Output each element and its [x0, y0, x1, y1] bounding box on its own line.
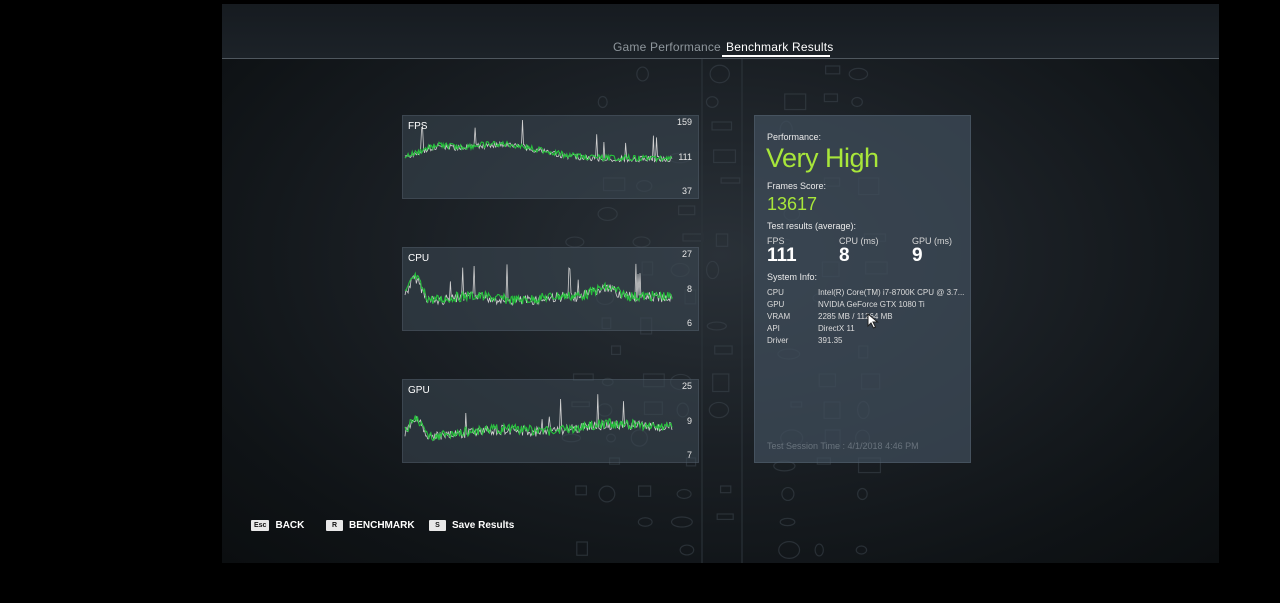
sys-key-vram: VRAM — [767, 312, 791, 321]
hieroglyph-mark — [814, 543, 824, 557]
frames-score-value: 13617 — [767, 194, 818, 214]
hieroglyph-mark — [848, 67, 869, 81]
hieroglyph-mark — [670, 516, 693, 528]
benchmark-button[interactable]: R BENCHMARK — [326, 520, 415, 531]
hieroglyph-mark — [597, 206, 618, 222]
active-tab-indicator — [722, 55, 830, 57]
hieroglyph-mark — [575, 485, 587, 496]
hieroglyph-mark — [678, 205, 696, 216]
gpu-trace — [404, 415, 673, 442]
hieroglyph-mark — [597, 95, 608, 109]
stat-cpu-value: 8 — [839, 245, 850, 266]
sys-key-cpu: CPU — [767, 288, 784, 297]
gpu-tick-mid: 9 — [686, 416, 692, 426]
fps-graph — [404, 119, 673, 163]
hieroglyph-mark — [779, 517, 796, 527]
fps-graph-title: FPS — [408, 121, 428, 132]
results-panel: Performance: Very High Frames Score: 136… — [754, 115, 971, 463]
sys-val-cpu: Intel(R) Core(TM) i7-8700K CPU @ 3.7... — [818, 288, 965, 297]
hieroglyph-mark — [636, 66, 649, 82]
tab-benchmark-results[interactable]: Benchmark Results — [726, 40, 833, 54]
benchmark-label: BENCHMARK — [349, 520, 415, 531]
fps-trace — [404, 140, 673, 163]
hieroglyph-mark — [719, 485, 732, 494]
stat-gpu-value: 9 — [912, 245, 923, 266]
performance-label: Performance: — [767, 132, 822, 142]
cpu-tick-mid: 8 — [686, 284, 692, 294]
hieroglyph-mark — [720, 177, 741, 184]
hieroglyph-mark — [637, 517, 653, 527]
back-label: BACK — [275, 520, 305, 531]
sys-val-vram: 2285 MB / 11264 MB — [818, 312, 893, 321]
gpu-tick-top: 25 — [681, 381, 692, 391]
hieroglyph-mark — [709, 64, 730, 84]
hieroglyph-mark — [712, 373, 730, 393]
performance-rating: Very High — [766, 143, 879, 173]
fps-graph-panel: FPS 159 111 37 — [402, 115, 699, 199]
gpu-tick-bottom: 7 — [686, 450, 692, 460]
hieroglyph-mark — [711, 121, 733, 131]
hieroglyph-mark — [855, 545, 868, 555]
hieroglyph-mark — [705, 260, 720, 280]
hieroglyph-mark — [598, 485, 616, 503]
frames-score-label: Frames Score: — [767, 181, 827, 191]
hieroglyph-background — [561, 56, 888, 563]
hieroglyph-mark — [716, 513, 734, 521]
sys-val-gpu: NVIDIA GeForce GTX 1080 Ti — [818, 300, 925, 309]
cpu-tick-top: 27 — [681, 249, 692, 259]
tab-game-performance[interactable]: Game Performance — [613, 40, 721, 54]
fps-tick-mid: 111 — [678, 152, 692, 162]
test-session-time: Test Session Time : 4/1/2018 4:46 PM — [767, 441, 919, 451]
save-results-button[interactable]: S Save Results — [429, 520, 514, 531]
cpu-graph-panel: CPU 27 8 6 — [402, 247, 699, 331]
fps-tick-bottom: 37 — [681, 186, 692, 196]
mouse-cursor-icon — [867, 313, 879, 329]
hieroglyph-mark — [682, 233, 704, 242]
hieroglyph-mark — [857, 487, 868, 501]
hieroglyph-mark — [825, 65, 841, 75]
back-button[interactable]: Esc BACK — [251, 520, 304, 531]
save-results-label: Save Results — [452, 520, 515, 531]
hieroglyph-mark — [679, 544, 695, 556]
cpu-tick-bottom: 6 — [686, 318, 692, 328]
hieroglyph-mark — [715, 233, 729, 247]
sys-val-api: DirectX 11 — [818, 324, 855, 333]
gpu-graph — [404, 394, 673, 442]
hieroglyph-mark — [637, 485, 652, 497]
system-info-label: System Info: — [767, 272, 818, 282]
hieroglyph-mark — [676, 488, 692, 500]
gpu-graph-title: GPU — [408, 385, 430, 396]
sys-key-driver: Driver — [767, 336, 789, 345]
hieroglyph-mark — [784, 93, 807, 111]
s-key-icon: S — [429, 520, 446, 531]
hieroglyph-mark — [713, 149, 737, 164]
hieroglyph-mark — [576, 541, 588, 556]
test-results-label: Test results (average): — [767, 221, 857, 231]
hieroglyph-mark — [714, 345, 733, 355]
hieroglyph-mark — [705, 96, 719, 108]
hieroglyph-mark — [565, 236, 585, 248]
hieroglyph-mark — [851, 96, 863, 108]
cpu-graph — [404, 263, 673, 307]
gpu-graph-panel: GPU 25 9 7 — [402, 379, 699, 463]
fps-trace — [404, 119, 673, 163]
benchmark-screen: Game Performance Benchmark Results FPS 1… — [222, 4, 1219, 563]
hieroglyph-mark — [781, 486, 795, 502]
fps-tick-top: 159 — [676, 117, 692, 127]
r-key-icon: R — [326, 520, 343, 531]
sys-val-driver: 391.35 — [818, 336, 843, 345]
hieroglyph-mark — [610, 345, 622, 356]
sys-key-gpu: GPU — [767, 300, 785, 309]
stat-fps-value: 111 — [767, 245, 797, 266]
hieroglyph-mark — [778, 540, 801, 560]
hieroglyph-mark — [706, 321, 727, 331]
cpu-graph-title: CPU — [408, 253, 430, 264]
tab-bar: Game Performance Benchmark Results — [222, 4, 1219, 59]
hieroglyph-mark — [823, 93, 839, 103]
hieroglyph-mark — [632, 236, 651, 248]
sys-key-api: API — [767, 324, 780, 333]
hieroglyph-mark — [708, 401, 730, 419]
esc-key-icon: Esc — [251, 520, 270, 531]
